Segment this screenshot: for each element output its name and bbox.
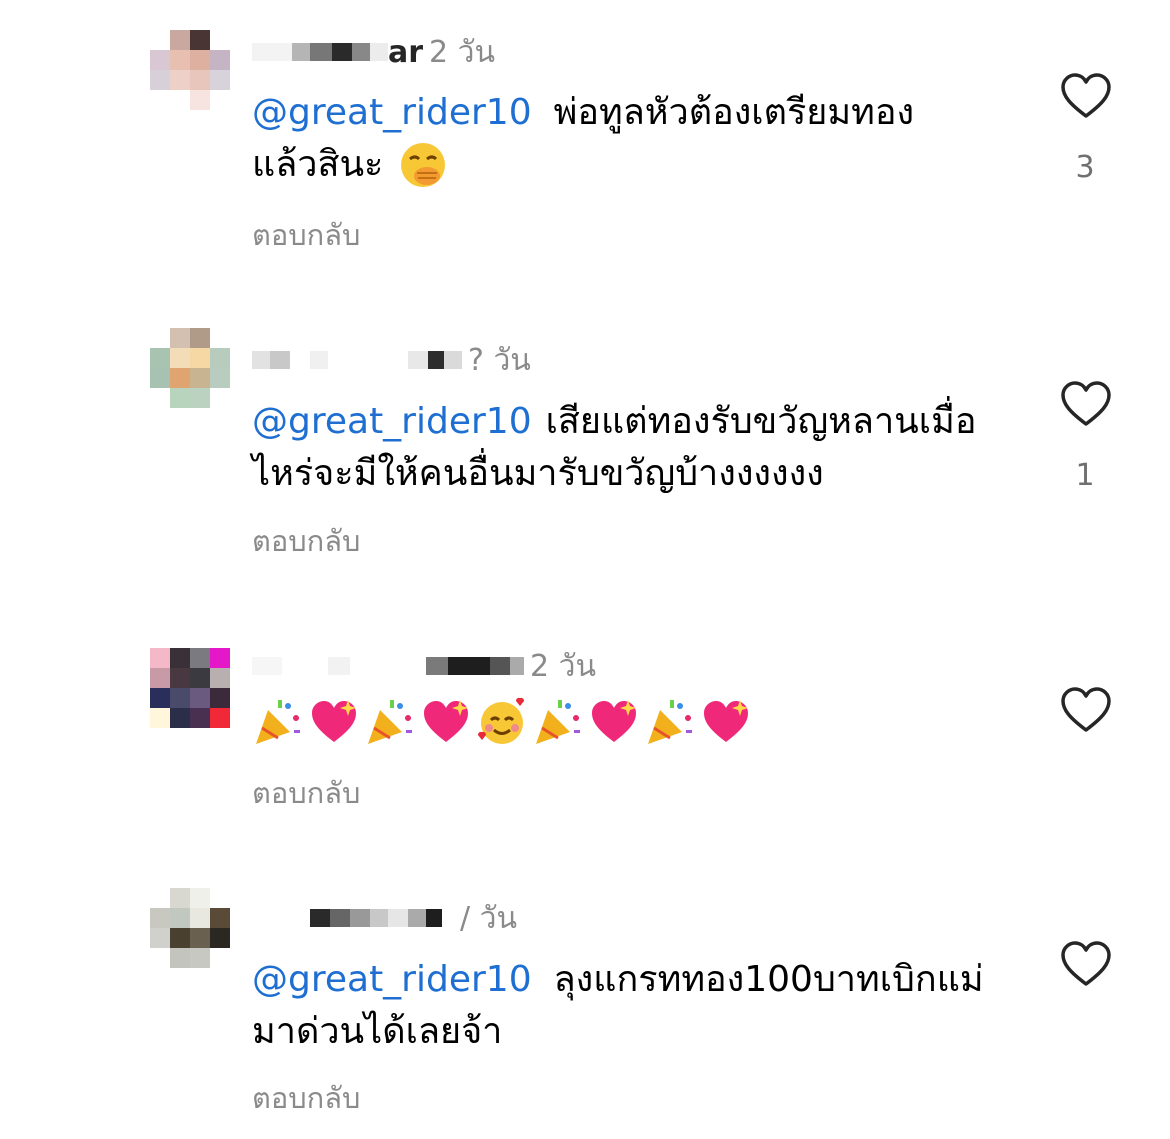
sparkling-heart-icon xyxy=(312,700,356,742)
timestamp: / วัน xyxy=(460,900,517,936)
timestamp: ? วัน xyxy=(468,342,531,378)
party-popper-icon xyxy=(368,700,412,744)
reply-button[interactable]: ตอบกลับ xyxy=(252,1075,360,1121)
reply-button[interactable]: ตอบกลับ xyxy=(252,518,360,564)
party-popper-icon xyxy=(648,700,692,744)
author-row: ? วัน xyxy=(252,340,531,380)
heart-icon[interactable] xyxy=(1060,72,1112,120)
username-fragment[interactable]: ar xyxy=(388,35,423,70)
mention-link[interactable]: @great_rider10 xyxy=(252,401,532,442)
like-count: 3 xyxy=(1075,150,1095,185)
face-with-hand-over-mouth-icon xyxy=(401,143,446,187)
blurred-username[interactable] xyxy=(252,43,292,61)
like-count: 1 xyxy=(1075,458,1095,493)
blurred-username[interactable] xyxy=(252,351,270,369)
avatar[interactable] xyxy=(150,30,230,110)
author-row: 2 วัน xyxy=(252,646,596,686)
comment-line-1: เสียแต่ทองรับขวัญหลานเมื่อ xyxy=(545,401,977,442)
sparkling-heart-icon xyxy=(424,700,468,742)
blurred-username[interactable] xyxy=(252,909,310,927)
party-popper-icon xyxy=(536,700,580,744)
heart-icon[interactable] xyxy=(1060,686,1112,734)
comment-line-2: ไหร่จะมีให้คนอื่นมารับขวัญบ้างงงงงง xyxy=(252,453,824,494)
timestamp: 2 วัน xyxy=(429,34,496,70)
comment-line-2: มาด่วนได้เลยจ้า xyxy=(252,1011,503,1052)
reply-button[interactable]: ตอบกลับ xyxy=(252,212,360,258)
party-popper-icon xyxy=(256,700,300,744)
timestamp: 2 วัน xyxy=(530,648,596,684)
avatar[interactable] xyxy=(150,648,230,728)
mention-link[interactable]: @great_rider10 xyxy=(252,959,532,1000)
emoji-comment xyxy=(252,694,1032,750)
author-row: ar 2 วัน xyxy=(252,32,495,72)
comment-line-1: พ่อทูลหัวต้องเตรียมทอง xyxy=(553,92,915,133)
smiling-face-with-hearts-icon xyxy=(477,697,525,744)
sparkling-heart-icon xyxy=(704,700,748,742)
comment-text: @great_rider10 ลุงแกรททอง100บาทเบิกแม่ มา… xyxy=(252,954,1032,1058)
sparkling-heart-icon xyxy=(592,700,636,742)
comment-text: @great_rider10 พ่อทูลหัวต้องเตรียมทอง แล้… xyxy=(252,87,1032,191)
author-row: / วัน xyxy=(252,898,517,938)
comment-line-2: แล้วสินะ xyxy=(252,144,384,185)
heart-icon[interactable] xyxy=(1060,380,1112,428)
reply-button[interactable]: ตอบกลับ xyxy=(252,770,360,816)
comment-text: @great_rider10 เสียแต่ทองรับขวัญหลานเมื่อ… xyxy=(252,396,1032,500)
mention-link[interactable]: @great_rider10 xyxy=(252,92,532,133)
heart-icon[interactable] xyxy=(1060,940,1112,988)
comment-line-1: ลุงแกรททอง100บาทเบิกแม่ xyxy=(553,959,984,1000)
avatar[interactable] xyxy=(150,328,230,408)
avatar[interactable] xyxy=(150,888,230,968)
blurred-username[interactable] xyxy=(252,657,282,675)
